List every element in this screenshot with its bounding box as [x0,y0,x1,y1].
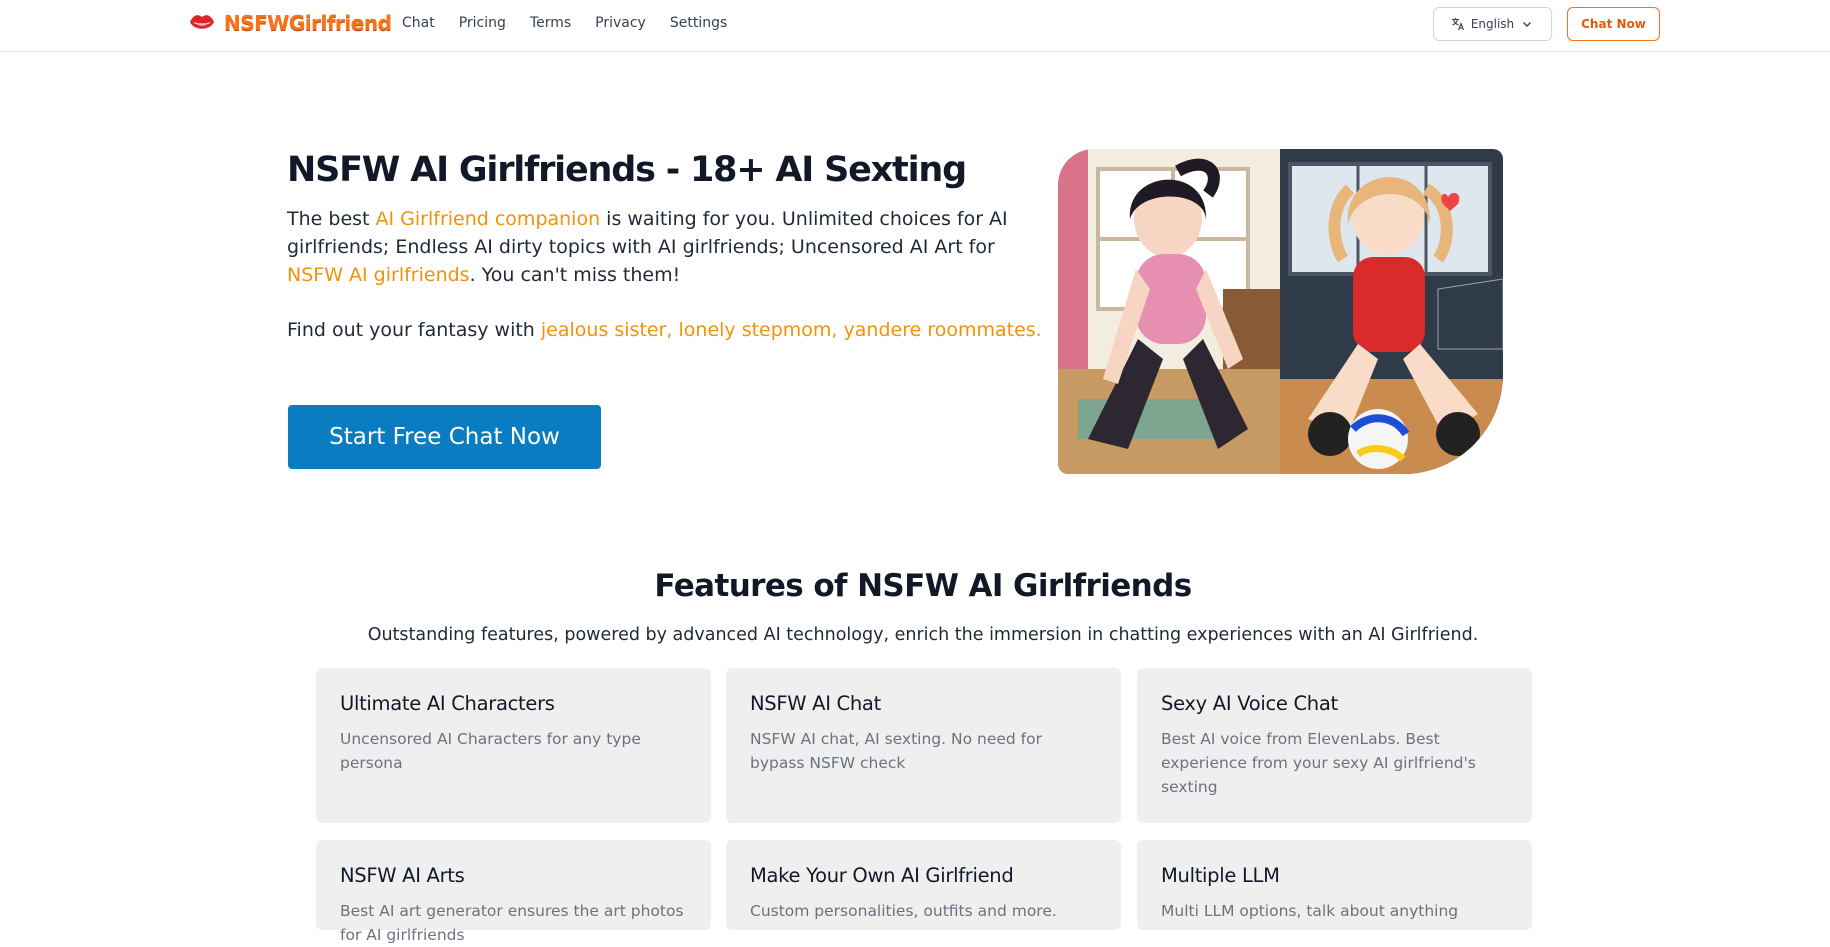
feature-card-multiple-llm: Multiple LLM Multi LLM options, talk abo… [1137,840,1532,930]
feature-card-desc: Uncensored AI Characters for any type pe… [340,730,641,772]
feature-card-desc: Best AI voice from ElevenLabs. Best expe… [1161,730,1476,796]
lips-logo-icon [190,15,214,29]
brand-name: NSFWGirlfriend [224,11,392,35]
header-chat-now-button[interactable]: Chat Now [1567,7,1660,41]
feature-card-title: Ultimate AI Characters [340,692,555,715]
nsfw-ai-girlfriends-link[interactable]: NSFW AI girlfriends [287,264,470,286]
chevron-down-icon [1523,22,1532,27]
hero-fantasy-line: Find out your fantasy with jealous siste… [287,316,1067,344]
top-navbar: NSFWGirlfriend Chat Pricing Terms Privac… [0,0,1830,52]
nav-terms[interactable]: Terms [530,15,571,31]
feature-card-make-your-own-ai-girlfriend: Make Your Own AI Girlfriend Custom perso… [726,840,1121,930]
features-title: Features of NSFW AI Girlfriends [654,568,1192,604]
language-select[interactable]: English [1433,7,1552,41]
feature-card-nsfw-ai-arts: NSFW AI Arts Best AI art generator ensur… [316,840,711,944]
hero-text-segment: . You can't miss them! [469,264,681,286]
translate-icon [1451,18,1464,31]
feature-card-title: Sexy AI Voice Chat [1161,692,1338,715]
nav-privacy[interactable]: Privacy [595,15,646,31]
feature-card-title: NSFW AI Arts [340,864,465,887]
feature-card-nsfw-ai-chat: NSFW AI Chat NSFW AI chat, AI sexting. N… [726,668,1121,823]
fantasy-characters-link[interactable]: jealous sister, lonely stepmom, yandere … [541,319,1042,341]
nav-chat[interactable]: Chat [402,15,435,31]
hero-title: NSFW AI Girlfriends - 18+ AI Sexting [287,150,967,190]
start-free-chat-button[interactable]: Start Free Chat Now [288,405,601,469]
feature-card-desc: Best AI art generator ensures the art ph… [340,902,684,944]
feature-card-desc: Multi LLM options, talk about anything [1161,902,1459,920]
hero-illustration [1058,149,1503,474]
feature-card-sexy-ai-voice-chat: Sexy AI Voice Chat Best AI voice from El… [1137,668,1532,823]
feature-card-desc: Custom personalities, outfits and more. [750,902,1057,920]
hero-text-segment: The best [287,208,376,230]
ai-girlfriend-companion-link[interactable]: AI Girlfriend companion [376,208,601,230]
feature-card-title: Multiple LLM [1161,864,1280,887]
features-subtitle: Outstanding features, powered by advance… [367,625,1479,645]
feature-card-ultimate-ai-characters: Ultimate AI Characters Uncensored AI Cha… [316,668,711,823]
feature-card-title: Make Your Own AI Girlfriend [750,864,1014,887]
nav-pricing[interactable]: Pricing [459,15,506,31]
hero-description: The best AI Girlfriend companion is wait… [287,205,1047,289]
main-nav: Chat Pricing Terms Privacy Settings [402,15,727,31]
hero-text-segment: Find out your fantasy with [287,319,541,341]
language-label: English [1470,17,1515,31]
nav-settings[interactable]: Settings [670,15,727,31]
brand-logo[interactable]: NSFWGirlfriend [188,11,392,35]
feature-card-title: NSFW AI Chat [750,692,881,715]
feature-card-desc: NSFW AI chat, AI sexting. No need for by… [750,730,1042,772]
